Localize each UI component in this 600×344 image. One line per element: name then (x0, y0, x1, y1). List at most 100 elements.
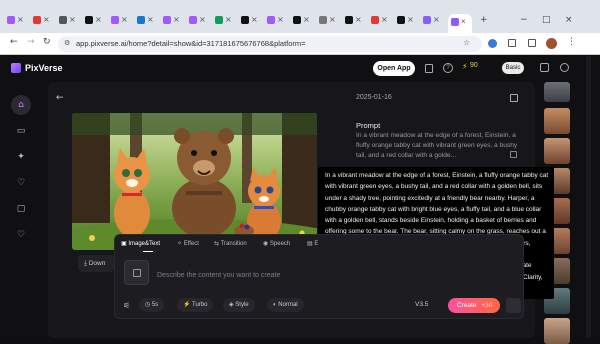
browser-tab[interactable]: × (290, 14, 310, 26)
new-tab-button[interactable]: + (480, 15, 488, 25)
thumbnail[interactable] (544, 108, 570, 134)
duration-selector[interactable]: ◷ 5s (139, 298, 165, 312)
extension-icon[interactable] (488, 39, 497, 48)
browser-tab[interactable]: × (394, 14, 414, 26)
prompt-preview[interactable]: In a vibrant meadow at the edge of a for… (356, 131, 522, 161)
tab-effect[interactable]: ✧ Effect (177, 240, 199, 247)
tab-pixverse-active[interactable]: × (448, 14, 472, 33)
copy-icon[interactable] (510, 151, 517, 158)
tab-close-icon[interactable]: × (461, 17, 466, 26)
tab-more[interactable]: ▤ E (307, 240, 318, 247)
tab-close-icon[interactable]: × (251, 15, 258, 24)
plan-badge[interactable]: Basic (502, 62, 524, 74)
scrollbar[interactable] (586, 56, 591, 338)
forward-icon[interactable]: → (27, 37, 35, 47)
help-icon[interactable]: ? (443, 63, 453, 73)
thumbnail[interactable] (544, 82, 570, 102)
browser-tab[interactable]: × (160, 14, 180, 26)
cube-icon (345, 16, 353, 24)
tab-speech[interactable]: ◉ Speech (263, 240, 290, 247)
open-app-button[interactable]: Open App (373, 61, 415, 76)
model-version[interactable]: V3.5 (415, 301, 428, 308)
download-button[interactable]: ⤓ Down (78, 255, 114, 272)
back-icon[interactable]: ← (10, 37, 18, 47)
tiktok-icon (397, 16, 405, 24)
close-window-button[interactable]: × (565, 15, 573, 25)
figma-icon (163, 16, 171, 24)
browser-tab[interactable]: × (4, 14, 24, 26)
sidebar-home-icon[interactable]: ⌂ (11, 95, 31, 115)
tab-close-icon[interactable]: × (17, 15, 24, 24)
browser-menu-icon[interactable]: ⋮ (567, 37, 576, 47)
extensions-puzzle-icon[interactable] (508, 39, 516, 47)
tab-close-icon[interactable]: × (407, 15, 414, 24)
tab-close-icon[interactable]: × (69, 15, 76, 24)
tab-close-icon[interactable]: × (95, 15, 102, 24)
reload-icon[interactable]: ↻ (43, 37, 51, 47)
credit-balance[interactable]: 90 (470, 62, 478, 69)
stop-button[interactable] (506, 298, 521, 313)
turbo-toggle[interactable]: ⚡ Turbo (177, 298, 214, 312)
tab-close-icon[interactable]: × (199, 15, 206, 24)
browser-tab[interactable]: × (238, 14, 258, 26)
tab-close-icon[interactable]: × (173, 15, 180, 24)
figma-icon (7, 16, 15, 24)
image-upload-button[interactable] (124, 260, 149, 285)
tablet-icon[interactable] (425, 64, 433, 73)
browser-tab[interactable]: × (56, 14, 76, 26)
maximize-button[interactable]: □ (542, 15, 551, 25)
generated-image[interactable] (72, 113, 317, 250)
site-info-icon[interactable]: ⚙ (64, 39, 70, 47)
bookmark-star-icon[interactable]: ☆ (463, 38, 470, 47)
url-field[interactable]: ⚙ app.pixverse.ai/home?detail=show&id=31… (58, 36, 482, 52)
open-external-icon[interactable] (510, 94, 518, 102)
pixverse-logo-icon (11, 63, 21, 73)
thumbnail[interactable] (544, 138, 570, 164)
sheets-icon (215, 16, 223, 24)
tab-close-icon[interactable]: × (43, 15, 50, 24)
pixverse-icon (423, 16, 431, 24)
app-header: PixVerse Open App ? ⚡ 90 Basic (0, 55, 600, 82)
tab-close-icon[interactable]: × (225, 15, 232, 24)
create-button[interactable]: Create +30 (448, 298, 500, 313)
browser-tab[interactable]: × (212, 14, 232, 26)
browser-tab[interactable]: × (264, 14, 284, 26)
sidebar-video-icon[interactable]: ▭ (11, 121, 31, 141)
browser-tab[interactable]: × (368, 14, 388, 26)
browser-tab[interactable]: × (316, 14, 336, 26)
tab-close-icon[interactable]: × (121, 15, 128, 24)
sidebar-toggle-icon[interactable] (528, 39, 536, 47)
notification-icon[interactable] (540, 63, 549, 72)
browser-tab[interactable]: × (108, 14, 128, 26)
browser-tab[interactable]: × (420, 14, 440, 26)
tab-transition[interactable]: ⇆ Transition (214, 240, 247, 247)
sidebar-folder-icon[interactable]: ▢ (11, 199, 31, 219)
account-icon[interactable] (560, 63, 569, 72)
tab-close-icon[interactable]: × (355, 15, 362, 24)
tab-close-icon[interactable]: × (329, 15, 336, 24)
browser-tab[interactable]: × (134, 14, 154, 26)
prompt-input[interactable]: Describe the content you want to create (157, 272, 280, 279)
sidebar-heart-icon[interactable]: ♡ (11, 225, 31, 245)
sidebar-sparkle-icon[interactable]: ✦ (11, 147, 31, 167)
url-text[interactable]: app.pixverse.ai/home?detail=show&id=3171… (76, 39, 306, 48)
thumbnail[interactable] (544, 318, 570, 344)
style-selector[interactable]: ◈ Style (223, 298, 255, 312)
tab-close-icon[interactable]: × (277, 15, 284, 24)
back-arrow-icon[interactable]: ← (56, 93, 64, 103)
figma-icon (189, 16, 197, 24)
tab-close-icon[interactable]: × (147, 15, 154, 24)
minimize-button[interactable]: − (520, 15, 528, 25)
settings-sliders-icon[interactable]: ⚟ (123, 301, 130, 310)
quality-selector[interactable]: ◐ Normal (267, 298, 304, 312)
browser-tab[interactable]: × (186, 14, 206, 26)
tab-close-icon[interactable]: × (433, 15, 440, 24)
sidebar-heart-shield-icon[interactable]: ♡ (11, 173, 31, 193)
tab-image-text[interactable]: ▣ Image&Text (121, 240, 160, 247)
browser-tab[interactable]: × (30, 14, 50, 26)
profile-avatar[interactable] (546, 38, 557, 49)
browser-tab[interactable]: × (342, 14, 362, 26)
browser-tab[interactable]: × (82, 14, 102, 26)
tab-close-icon[interactable]: × (381, 15, 388, 24)
tab-close-icon[interactable]: × (303, 15, 310, 24)
